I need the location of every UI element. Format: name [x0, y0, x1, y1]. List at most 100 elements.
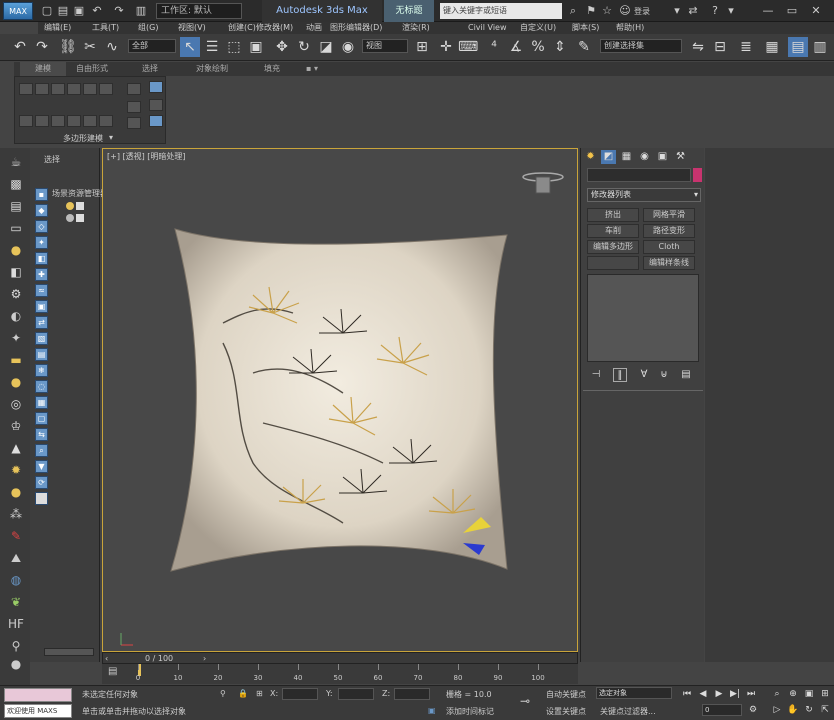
hf-icon[interactable]: HF	[8, 616, 24, 632]
maxscript-listener[interactable]	[4, 688, 72, 702]
prev-frame-icon[interactable]: ‹	[105, 654, 108, 663]
pan-icon[interactable]: ✋	[786, 704, 800, 716]
display-geometry-icon[interactable]: ◆	[35, 204, 48, 217]
ball-icon[interactable]: ●	[8, 656, 24, 672]
ribbon-button[interactable]	[127, 83, 141, 95]
modifier-button[interactable]: 编辑多边形	[587, 240, 639, 254]
explorer-tab[interactable]: 选择	[44, 154, 60, 165]
explorer-scrollbar[interactable]	[44, 648, 94, 656]
plane-icon[interactable]: ▭	[8, 220, 24, 236]
ribbon-panel-label[interactable]: 多边形建模	[63, 133, 103, 144]
display-groups-icon[interactable]: ▣	[35, 300, 48, 313]
mountain-icon[interactable]: ⛰	[8, 550, 24, 566]
particles-icon[interactable]: ⁂	[8, 506, 24, 522]
material-editor-icon[interactable]: ▦	[762, 37, 782, 57]
workspace-select[interactable]: 工作区: 默认	[156, 3, 242, 19]
box-icon[interactable]: ▤	[8, 198, 24, 214]
object-visibility-icon[interactable]	[66, 214, 74, 222]
modify-tab-icon[interactable]: ◩	[601, 150, 616, 164]
maxscript-mini-field[interactable]: 欢迎使用 MAXS	[4, 704, 72, 718]
spinner-snap-icon[interactable]: ⇕	[550, 37, 570, 57]
dropdown-arrow-icon[interactable]: ▾	[724, 4, 738, 18]
exchange-icon[interactable]: ⇄	[686, 4, 700, 18]
menu-graph-editors[interactable]: 图形编辑器(D)	[330, 22, 382, 34]
time-slider[interactable]: ‹ 0 / 100 ›	[102, 652, 578, 664]
go-to-end-icon[interactable]: ⏭	[744, 688, 758, 700]
modifier-button[interactable]: 车削	[587, 224, 639, 238]
close-icon[interactable]: ✕	[806, 2, 826, 19]
z-coordinate-field[interactable]	[394, 688, 430, 700]
teapot-icon[interactable]: ☕	[8, 154, 24, 170]
modifier-list-select[interactable]: 修改器列表 ▾	[587, 188, 701, 202]
display-spacewarps-icon[interactable]: ≈	[35, 284, 48, 297]
filter-icon[interactable]: ▼	[35, 460, 48, 473]
display-none-icon[interactable]: ▢	[35, 412, 48, 425]
display-tab-icon[interactable]: ▣	[655, 150, 670, 164]
modifier-button[interactable]: 网格平滑	[643, 208, 695, 222]
display-lights-icon[interactable]: ✦	[35, 236, 48, 249]
placement-icon[interactable]: ◉	[338, 37, 358, 57]
display-frozen-icon[interactable]: ❄	[35, 364, 48, 377]
utilities-tab-icon[interactable]: ⚒	[673, 150, 688, 164]
render-frame-icon[interactable]: ▥	[810, 37, 830, 57]
undo-icon[interactable]: ↶	[10, 37, 30, 57]
ribbon-options-icon[interactable]: ▪ ▾	[306, 62, 318, 76]
sphere-icon[interactable]: ●	[8, 374, 24, 390]
app-logo[interactable]: MAX	[3, 2, 33, 20]
redo-icon[interactable]: ↷	[112, 4, 126, 18]
viewcube-icon[interactable]	[521, 171, 565, 195]
perspective-viewport[interactable]: [+] [透视] [明暗处理]	[102, 148, 578, 652]
sun-icon[interactable]: ✹	[8, 462, 24, 478]
next-frame-icon[interactable]: ▶|	[728, 688, 742, 700]
crown-icon[interactable]: ♔	[8, 418, 24, 434]
viewport-label[interactable]: [+] [透视] [明暗处理]	[107, 151, 186, 162]
create-tab-icon[interactable]: ✹	[583, 150, 598, 164]
y-coordinate-field[interactable]	[338, 688, 374, 700]
isolate-icon[interactable]: ⚲	[220, 689, 226, 698]
field-of-view-icon[interactable]: ▷	[770, 704, 784, 716]
menu-tools[interactable]: 工具(T)	[92, 22, 119, 34]
menu-customize[interactable]: 自定义(U)	[520, 22, 556, 34]
show-end-result-icon[interactable]: ∥	[613, 368, 627, 382]
snap-toggle-icon[interactable]: ⁴	[484, 37, 504, 57]
remove-modifier-icon[interactable]: ⊎	[657, 368, 671, 382]
light-icon[interactable]: ●	[8, 242, 24, 258]
ribbon-button[interactable]	[51, 83, 65, 95]
x-coordinate-field[interactable]	[282, 688, 318, 700]
display-shapes-icon[interactable]: ◇	[35, 220, 48, 233]
object-name-field[interactable]	[587, 168, 691, 182]
menu-rendering[interactable]: 渲染(R)	[402, 22, 430, 34]
modifier-stack[interactable]	[587, 274, 699, 362]
display-xrefs-icon[interactable]: ⇄	[35, 316, 48, 329]
select-object-icon[interactable]: ↖	[180, 37, 200, 57]
open-file-icon[interactable]: ▤	[56, 4, 70, 18]
menu-edit[interactable]: 编辑(E)	[44, 22, 71, 34]
tab-object-paint[interactable]: 对象绘制	[196, 62, 228, 76]
minimize-icon[interactable]: —	[758, 2, 778, 19]
pillow-model[interactable]	[163, 223, 523, 583]
ref-coord-select[interactable]: 视图	[362, 39, 408, 53]
scale-icon[interactable]: ◪	[316, 37, 336, 57]
selection-filter-select[interactable]: 全部	[128, 39, 176, 53]
set-key-button[interactable]: 设置关键点	[546, 706, 586, 717]
modifier-button[interactable]: 编辑样条线	[643, 256, 695, 270]
brush-icon[interactable]: ⚲	[8, 638, 24, 654]
cone-icon[interactable]: ▲	[8, 440, 24, 456]
display-invert-icon[interactable]: ⇆	[35, 428, 48, 441]
ribbon-button[interactable]	[99, 115, 113, 127]
mini-curve-editor-icon[interactable]: ▤	[108, 666, 117, 677]
communication-icon[interactable]: ⚑	[584, 4, 598, 18]
light-bulb-icon[interactable]	[66, 202, 74, 210]
track-bar[interactable]: ▤ 0 10 20 30 40 50 60 70 80 90 100	[102, 664, 578, 684]
orbit-icon[interactable]: ↻	[802, 704, 816, 716]
tab-selection[interactable]: 选择	[142, 62, 158, 76]
pin-stack-icon[interactable]: ⊣	[589, 368, 603, 382]
configure-sets-icon[interactable]: ▤	[679, 368, 693, 382]
percent-snap-icon[interactable]: %	[528, 37, 548, 57]
find-icon[interactable]: ⌕	[35, 444, 48, 457]
zoom-all-icon[interactable]: ⊕	[786, 688, 800, 700]
menu-views[interactable]: 视图(V)	[178, 22, 206, 34]
prev-frame-icon[interactable]: ◀	[696, 688, 710, 700]
favorite-icon[interactable]: ☆	[600, 4, 614, 18]
zoom-icon[interactable]: ⌕	[770, 688, 784, 700]
